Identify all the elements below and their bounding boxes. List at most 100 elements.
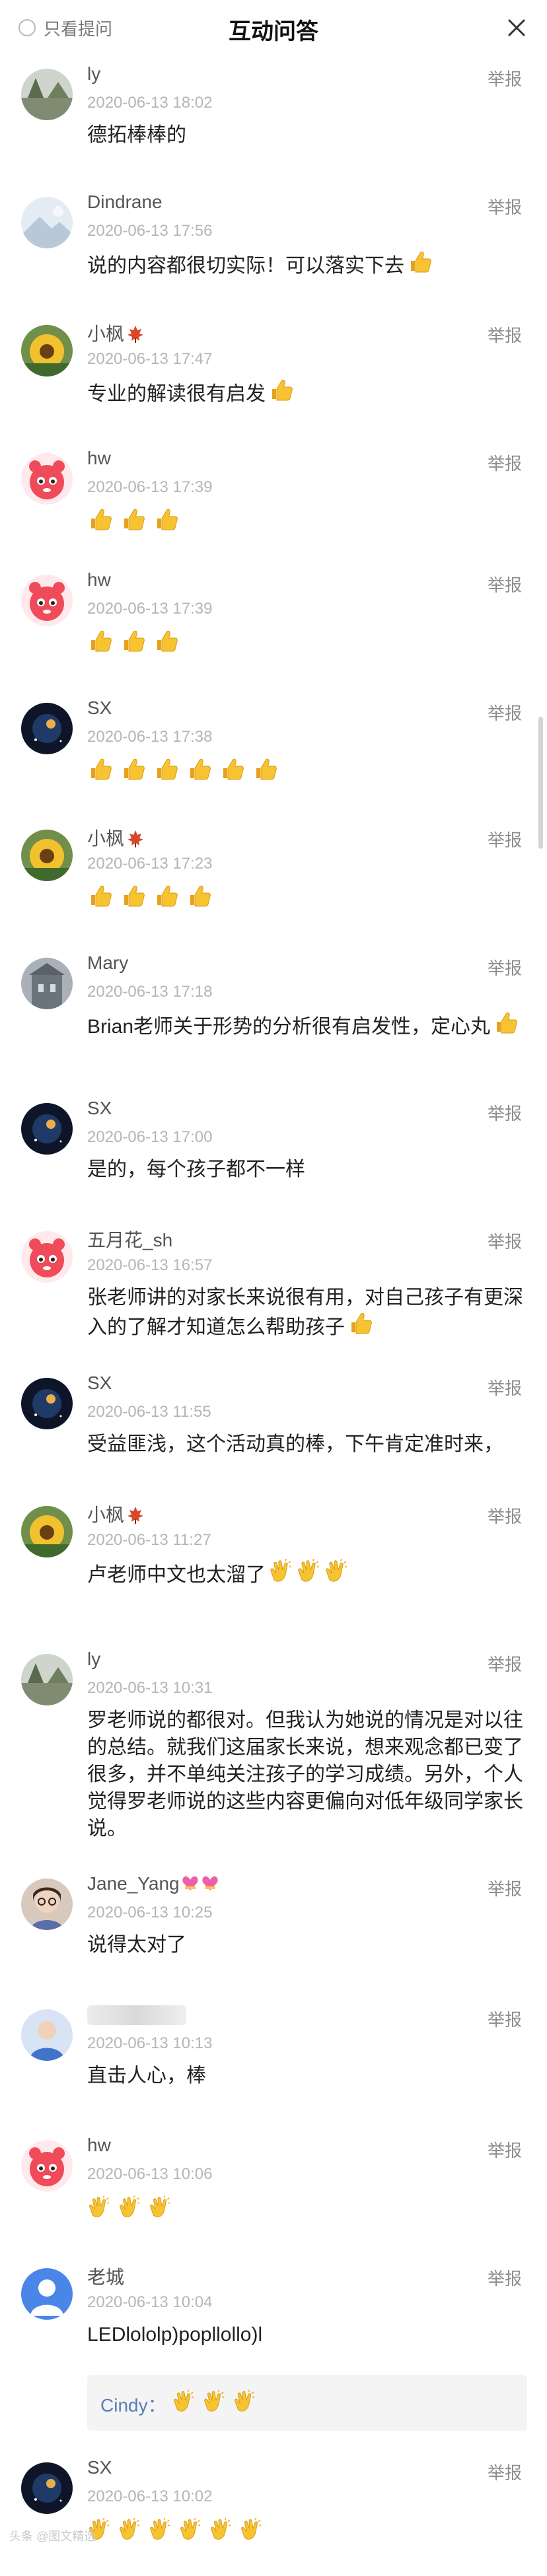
comment-item: ly 2020-06-13 10:31 举报 罗老师说的都很对。但我认为她说的情况是对… bbox=[0, 1649, 547, 1840]
comment-time: 2020-06-13 10:06 bbox=[87, 2165, 213, 2183]
emoji-row bbox=[87, 757, 285, 782]
user-name[interactable]: hw bbox=[87, 448, 111, 469]
user-name-text: SX bbox=[87, 698, 112, 718]
user-name[interactable]: ly bbox=[87, 1649, 100, 1670]
user-name-text: Jane_Yang bbox=[87, 1873, 180, 1894]
comment-item: hw 2020-06-13 17:39 举报 bbox=[0, 569, 547, 688]
thumbs-up-icon bbox=[256, 758, 277, 780]
report-button[interactable]: 举报 bbox=[488, 322, 522, 347]
avatar[interactable] bbox=[21, 1231, 73, 1283]
avatar[interactable] bbox=[21, 830, 73, 881]
report-button[interactable]: 举报 bbox=[488, 1503, 522, 1528]
user-name[interactable]: hw bbox=[87, 2135, 111, 2156]
user-name-text: ly bbox=[87, 63, 101, 84]
reply-user-name[interactable]: Cindy： bbox=[100, 2391, 166, 2417]
thumbs-up-icon bbox=[91, 885, 112, 907]
comment-time: 2020-06-13 18:02 bbox=[87, 94, 213, 112]
report-button[interactable]: 举报 bbox=[488, 700, 522, 725]
avatar[interactable] bbox=[21, 1654, 73, 1705]
thumbs-up-icon bbox=[223, 758, 244, 780]
thumbs-up-icon bbox=[124, 630, 145, 652]
comment-text-content: 说的内容都很切实际！可以落实下去 bbox=[87, 255, 404, 277]
avatar[interactable] bbox=[21, 703, 73, 754]
user-name[interactable]: 小枫 bbox=[87, 320, 145, 346]
scrollbar[interactable] bbox=[538, 717, 543, 849]
user-name-text: SX bbox=[87, 1098, 112, 1118]
user-name[interactable]: 五月花_sh bbox=[87, 1226, 172, 1252]
thumbs-up-icon bbox=[410, 251, 431, 273]
report-button[interactable]: 举报 bbox=[488, 66, 522, 90]
avatar[interactable] bbox=[21, 325, 73, 376]
user-name-text: 小枫 bbox=[87, 324, 125, 344]
avatar-image bbox=[21, 1231, 73, 1283]
thumbs-up-icon bbox=[124, 509, 145, 530]
user-name[interactable]: 小枫 bbox=[87, 824, 145, 851]
comment-text: 德拓棒棒的 bbox=[87, 122, 523, 149]
hearts-icon bbox=[182, 1876, 218, 1890]
avatar-image bbox=[21, 1506, 73, 1557]
comment-time: 2020-06-13 17:47 bbox=[87, 350, 213, 368]
comment-text: 是的，每个孩子都不一样 bbox=[87, 1156, 523, 1183]
comment-text-content: 德拓棒棒的 bbox=[87, 124, 186, 146]
avatar[interactable] bbox=[21, 2140, 73, 2192]
user-name[interactable]: 小枫 bbox=[87, 1501, 145, 1527]
avatar[interactable] bbox=[21, 1506, 73, 1557]
user-name[interactable]: 老城 bbox=[87, 2263, 124, 2289]
comment-time: 2020-06-13 17:38 bbox=[87, 728, 213, 746]
avatar[interactable] bbox=[21, 575, 73, 626]
thumbs-up-icon bbox=[91, 758, 112, 780]
avatar[interactable] bbox=[21, 453, 73, 505]
report-button[interactable]: 举报 bbox=[488, 827, 522, 851]
avatar[interactable] bbox=[21, 1878, 73, 1930]
avatar[interactable] bbox=[21, 1378, 73, 1429]
report-button[interactable]: 举报 bbox=[488, 194, 522, 219]
report-button[interactable]: 举报 bbox=[488, 1229, 522, 1253]
report-button[interactable]: 举报 bbox=[488, 572, 522, 596]
avatar[interactable] bbox=[21, 197, 73, 248]
user-name[interactable]: Dindrane bbox=[87, 192, 163, 213]
user-name[interactable]: Mary bbox=[87, 952, 128, 974]
report-button[interactable]: 举报 bbox=[488, 1651, 522, 1676]
comment-text: 卢老师中文也太溜了 bbox=[87, 1559, 523, 1589]
user-name[interactable]: SX bbox=[87, 698, 112, 719]
avatar[interactable] bbox=[21, 1103, 73, 1155]
avatar[interactable] bbox=[21, 69, 73, 120]
comment-text: 直击人心，棒 bbox=[87, 2062, 523, 2089]
user-name[interactable]: hw bbox=[87, 569, 111, 590]
avatar[interactable] bbox=[21, 958, 73, 1009]
maple-leaf-icon bbox=[128, 326, 144, 343]
avatar[interactable] bbox=[21, 2462, 73, 2514]
clapping-hands-icon bbox=[240, 2518, 262, 2540]
close-icon[interactable] bbox=[502, 13, 531, 42]
user-name[interactable]: SX bbox=[87, 2457, 112, 2478]
comment-text: 说得太对了 bbox=[87, 1931, 523, 1958]
clapping-hands-icon bbox=[180, 2518, 201, 2540]
report-button[interactable]: 举报 bbox=[488, 955, 522, 980]
report-button[interactable]: 举报 bbox=[488, 1375, 522, 1400]
comment-item: Mary 2020-06-13 17:18 举报 Brian老师关于形势的分析很有启发… bbox=[0, 952, 547, 1071]
avatar[interactable] bbox=[21, 2268, 73, 2320]
user-name[interactable]: SX bbox=[87, 1373, 112, 1394]
thumbs-up-icon bbox=[91, 630, 112, 652]
comment-text-content: 说得太对了 bbox=[87, 1934, 186, 1956]
avatar[interactable] bbox=[21, 2009, 73, 2061]
avatar-image bbox=[21, 453, 73, 505]
report-button[interactable]: 举报 bbox=[488, 1100, 522, 1125]
report-button[interactable]: 举报 bbox=[488, 2137, 522, 2162]
user-name-text: hw bbox=[87, 448, 111, 468]
comment-time: 2020-06-13 11:27 bbox=[87, 1531, 211, 1549]
user-name[interactable]: Jane_Yang bbox=[87, 1873, 221, 1894]
report-button[interactable]: 举报 bbox=[488, 1876, 522, 1900]
clapping-hands-icon bbox=[296, 1559, 321, 1584]
report-button[interactable]: 举报 bbox=[488, 2266, 522, 2290]
report-button[interactable]: 举报 bbox=[488, 2007, 522, 2031]
thumbs-up-icon bbox=[190, 885, 211, 907]
avatar-image bbox=[21, 703, 73, 754]
user-name[interactable]: SX bbox=[87, 1098, 112, 1119]
avatar-image bbox=[21, 325, 73, 376]
user-name-text: 小枫 bbox=[87, 828, 125, 849]
report-button[interactable]: 举报 bbox=[488, 450, 522, 475]
user-name[interactable]: ly bbox=[87, 63, 100, 85]
thumbs-up-icon bbox=[272, 379, 293, 401]
report-button[interactable]: 举报 bbox=[488, 2460, 522, 2484]
